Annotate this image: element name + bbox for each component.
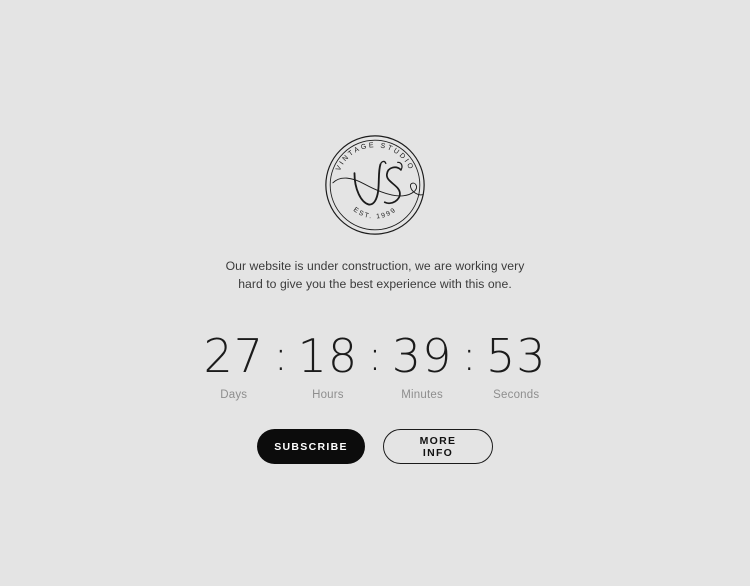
countdown-label-hours: Hours bbox=[312, 389, 344, 402]
more-info-button[interactable]: MORE INFO bbox=[383, 429, 493, 465]
countdown-separator: : bbox=[462, 331, 477, 381]
countdown-separator: : bbox=[273, 331, 288, 381]
countdown-value-hours: 18 bbox=[297, 329, 359, 384]
vintage-studio-logo-icon: VINTAGE STUDIO EST. 1999 bbox=[325, 135, 425, 235]
countdown-label-minutes: Minutes bbox=[401, 389, 443, 402]
countdown-timer: 27 Days : 18 Hours : 39 Minutes : 53 Sec… bbox=[196, 331, 554, 401]
countdown-value-seconds: 53 bbox=[485, 329, 547, 384]
intro-text: Our website is under construction, we ar… bbox=[225, 259, 525, 291]
logo-top-arc-text: VINTAGE STUDIO bbox=[335, 142, 415, 172]
countdown-separator: : bbox=[367, 331, 383, 381]
countdown-unit-seconds: 53 Seconds bbox=[478, 331, 554, 401]
countdown-value-days: 27 bbox=[203, 329, 265, 384]
countdown-label-seconds: Seconds bbox=[493, 389, 540, 402]
coming-soon-page: VINTAGE STUDIO EST. 1999 Our website is … bbox=[0, 0, 750, 586]
countdown-unit-hours: 18 Hours bbox=[290, 331, 366, 401]
countdown-value-minutes: 39 bbox=[391, 329, 453, 384]
subscribe-button[interactable]: SUBSCRIBE bbox=[257, 429, 365, 465]
logo-bottom-arc-text: EST. 1999 bbox=[352, 206, 398, 220]
action-buttons: SUBSCRIBE MORE INFO bbox=[257, 429, 493, 465]
countdown-unit-minutes: 39 Minutes bbox=[384, 331, 460, 401]
brand-logo: VINTAGE STUDIO EST. 1999 bbox=[320, 130, 430, 240]
countdown-label-days: Days bbox=[220, 389, 248, 402]
countdown-unit-days: 27 Days bbox=[196, 331, 272, 401]
